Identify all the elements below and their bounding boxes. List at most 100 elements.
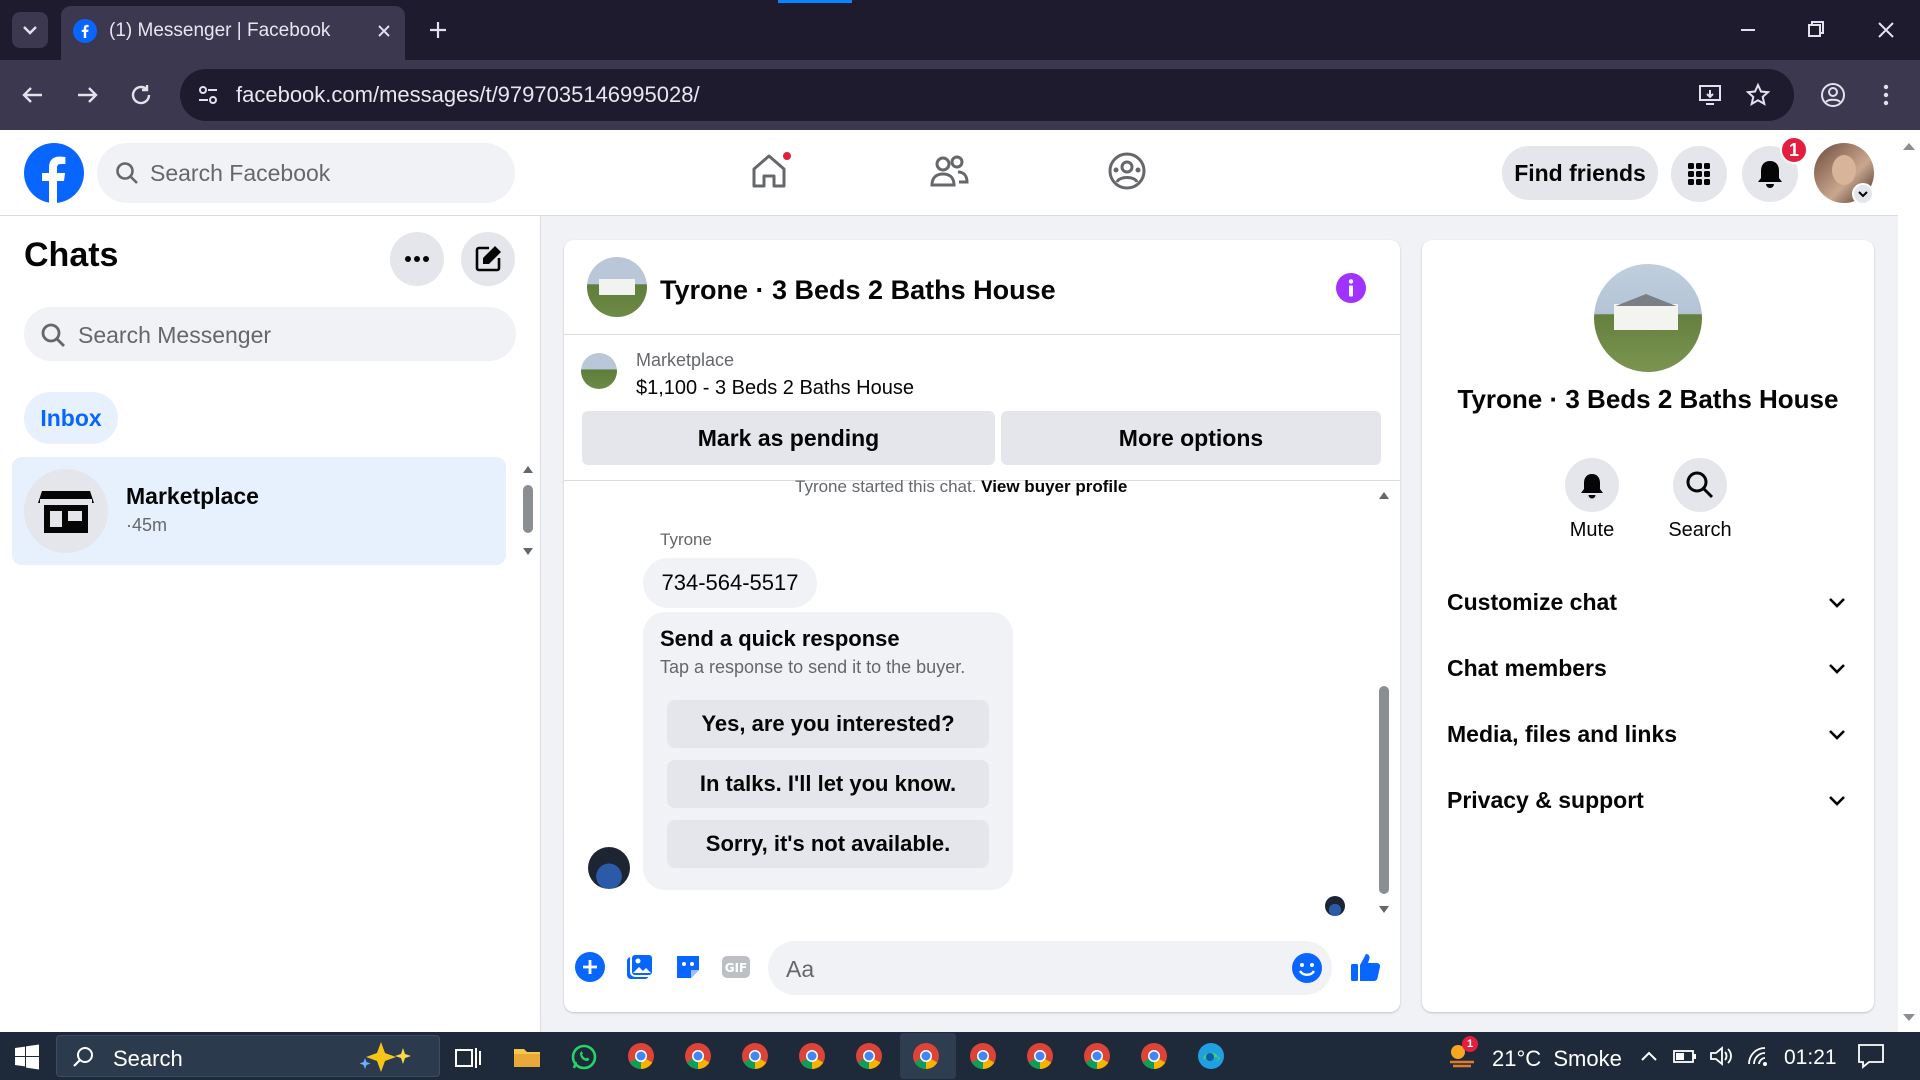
house-listing-avatar[interactable]: [587, 257, 647, 317]
quick-response-button[interactable]: In talks. I'll let you know.: [667, 760, 989, 808]
facebook-logo-icon[interactable]: [24, 143, 84, 203]
scroll-up-arrow-icon[interactable]: [1898, 136, 1920, 156]
chrome-taskbar-icon[interactable]: [969, 1042, 997, 1070]
message-bubble[interactable]: 734-564-5517: [643, 558, 817, 608]
chat-members-row[interactable]: Chat members: [1447, 655, 1607, 682]
conversation-scrollbar-thumb[interactable]: [1379, 686, 1389, 894]
quick-response-button[interactable]: Sorry, it's not available.: [667, 820, 989, 868]
gif-icon[interactable]: GIF: [720, 951, 752, 983]
chrome-taskbar-icon[interactable]: [741, 1042, 769, 1070]
scroll-up-arrow-icon[interactable]: [1377, 489, 1391, 501]
house-shape: [1614, 304, 1678, 330]
profile-photo[interactable]: [1594, 264, 1702, 372]
restore-icon[interactable]: [1802, 16, 1830, 44]
install-app-icon[interactable]: [1696, 81, 1724, 109]
media-files-links-row[interactable]: Media, files and links: [1447, 721, 1677, 748]
chrome-taskbar-icon[interactable]: [1140, 1042, 1168, 1070]
avatar-face: [1832, 155, 1856, 185]
browser-tab[interactable]: (1) Messenger | Facebook: [61, 6, 405, 60]
groups-icon[interactable]: [1107, 151, 1147, 191]
chrome-taskbar-icon[interactable]: [798, 1042, 826, 1070]
back-icon[interactable]: [18, 80, 48, 110]
clock-time[interactable]: 01:21: [1784, 1046, 1837, 1070]
privacy-support-row[interactable]: Privacy & support: [1447, 787, 1644, 814]
menu-button[interactable]: [1671, 146, 1727, 202]
scroll-up-arrow-icon[interactable]: [521, 463, 535, 475]
battery-icon[interactable]: [1672, 1046, 1698, 1066]
home-notification-dot: [781, 150, 793, 162]
new-message-button[interactable]: [461, 232, 515, 286]
chats-scrollbar-thumb[interactable]: [523, 485, 533, 533]
file-explorer-icon[interactable]: [512, 1044, 542, 1070]
thumbs-up-icon[interactable]: [1348, 949, 1384, 985]
emoji-icon[interactable]: [1290, 951, 1324, 985]
weather-badge: 1: [1462, 1036, 1478, 1052]
new-tab-icon[interactable]: [424, 16, 452, 44]
close-window-icon[interactable]: [1872, 16, 1900, 44]
conversation-title[interactable]: Tyrone · 3 Beds 2 Baths House: [660, 275, 1056, 306]
search-icon: [113, 159, 141, 187]
page-scrollbar[interactable]: [1898, 130, 1920, 1032]
url-text[interactable]: facebook.com/messages/t/9797035146995028…: [236, 82, 700, 108]
address-bar[interactable]: facebook.com/messages/t/9797035146995028…: [180, 69, 1794, 121]
chats-options-button[interactable]: [390, 232, 444, 286]
account-chevron-icon[interactable]: [1852, 183, 1874, 205]
chevron-down-icon[interactable]: [1824, 656, 1850, 682]
quick-response-card: Send a quick response Tap a response to …: [643, 612, 1013, 890]
search-in-chat-button[interactable]: [1673, 458, 1727, 512]
chevron-down-icon[interactable]: [1824, 722, 1850, 748]
scroll-down-arrow-icon[interactable]: [1377, 904, 1391, 916]
tab-search-button[interactable]: [12, 12, 48, 48]
edge-taskbar-icon[interactable]: [1197, 1042, 1225, 1070]
notification-center-icon[interactable]: [1856, 1042, 1886, 1070]
sticker-icon[interactable]: [672, 951, 704, 983]
taskbar-search-box[interactable]: Search: [56, 1035, 440, 1077]
close-tab-icon[interactable]: [372, 19, 396, 43]
mute-button[interactable]: [1565, 458, 1619, 512]
photo-icon[interactable]: [624, 951, 656, 983]
conversation-info-icon[interactable]: [1335, 272, 1367, 304]
weather-text[interactable]: 21°C Smoke: [1492, 1046, 1622, 1072]
more-options-button[interactable]: More options: [1001, 411, 1381, 465]
chrome-taskbar-icon[interactable]: [684, 1042, 712, 1070]
chrome-taskbar-icon[interactable]: [912, 1042, 940, 1070]
view-buyer-profile-link[interactable]: View buyer profile: [981, 477, 1127, 496]
whatsapp-icon[interactable]: [570, 1043, 598, 1071]
friends-icon[interactable]: [928, 151, 970, 191]
mark-as-pending-button[interactable]: Mark as pending: [582, 411, 995, 465]
site-info-icon[interactable]: [194, 81, 222, 109]
chevron-down-icon: [23, 26, 37, 35]
messenger-search-input[interactable]: Search Messenger: [24, 307, 516, 361]
inbox-tab[interactable]: Inbox: [24, 392, 118, 444]
quick-response-button[interactable]: Yes, are you interested?: [667, 700, 989, 748]
chrome-taskbar-icon[interactable]: [627, 1042, 655, 1070]
scroll-down-arrow-icon[interactable]: [1898, 1008, 1920, 1028]
show-hidden-icons-icon[interactable]: [1638, 1046, 1660, 1066]
plus-icon[interactable]: [574, 951, 606, 983]
listing-thumbnail[interactable]: [581, 353, 617, 389]
listing-price-title[interactable]: $1,100 - 3 Beds 2 Baths House: [636, 377, 914, 400]
task-view-icon[interactable]: [454, 1044, 482, 1070]
chat-started-notice: Tyrone started this chat. View buyer pro…: [795, 477, 1127, 497]
forward-icon[interactable]: [72, 80, 102, 110]
message-composer-input[interactable]: Aa: [768, 941, 1332, 995]
windows-start-icon[interactable]: [14, 1044, 40, 1070]
browser-menu-icon[interactable]: [1872, 81, 1900, 109]
scroll-down-arrow-icon[interactable]: [521, 546, 535, 558]
facebook-search-input[interactable]: Search Facebook: [97, 143, 515, 203]
chat-list-item[interactable]: Marketplace ·45m: [12, 457, 506, 565]
chevron-down-icon[interactable]: [1824, 590, 1850, 616]
chrome-taskbar-icon[interactable]: [1083, 1042, 1111, 1070]
chrome-taskbar-icon[interactable]: [1026, 1042, 1054, 1070]
find-friends-button[interactable]: Find friends: [1502, 146, 1658, 200]
customize-chat-row[interactable]: Customize chat: [1447, 589, 1617, 616]
volume-icon[interactable]: [1708, 1044, 1734, 1068]
chrome-taskbar-icon[interactable]: [855, 1042, 883, 1070]
profile-icon[interactable]: [1819, 81, 1847, 109]
bookmark-star-icon[interactable]: [1744, 81, 1772, 109]
wifi-icon[interactable]: [1746, 1044, 1772, 1068]
chevron-down-icon[interactable]: [1824, 788, 1850, 814]
minimize-icon[interactable]: [1734, 16, 1762, 44]
sender-avatar[interactable]: [588, 847, 630, 889]
reload-icon[interactable]: [126, 80, 156, 110]
